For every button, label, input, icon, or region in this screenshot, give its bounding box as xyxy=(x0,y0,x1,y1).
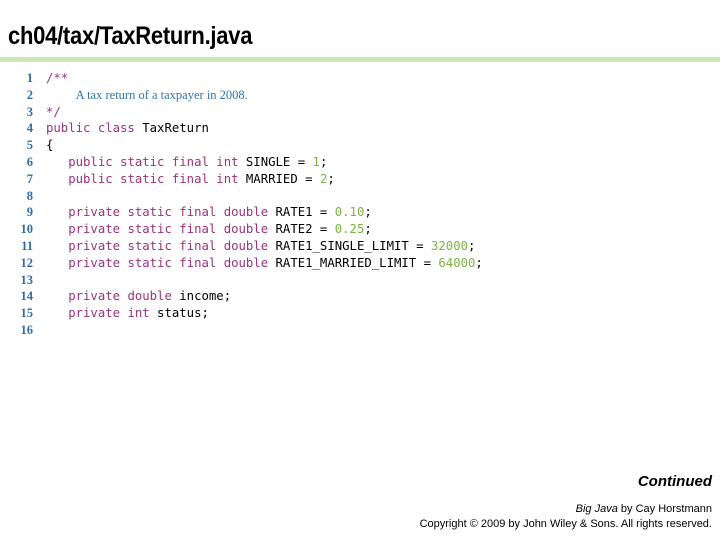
continued-label: Continued xyxy=(637,473,712,490)
book-title: Big Java xyxy=(575,503,618,515)
code-token-plain: RATE1_SINGLE_LIMIT = xyxy=(268,238,431,253)
line-number: 16 xyxy=(20,322,34,337)
code-token-keyword: private static final double xyxy=(68,222,269,237)
line-number: 5 xyxy=(26,138,33,153)
line-number: 12 xyxy=(20,255,34,270)
page-title: ch04/tax/TaxReturn.java xyxy=(8,22,253,50)
code-token-plain: RATE1_MARRIED_LIMIT = xyxy=(268,255,439,270)
code-text: A tax return of a taxpayer in 2008. xyxy=(33,87,248,104)
code-text: public class TaxReturn xyxy=(33,120,209,137)
line-number: 15 xyxy=(20,306,34,321)
code-line: 4 public class TaxReturn xyxy=(0,120,720,137)
code-token-plain: ; xyxy=(475,255,483,270)
code-line: 12 private static final double RATE1_MAR… xyxy=(0,255,720,272)
code-text: private double income; xyxy=(33,288,231,305)
code-text: public static final int SINGLE = 1; xyxy=(33,154,327,171)
code-token-keyword: public static final int xyxy=(68,154,239,169)
book-author: by Cay Horstmann xyxy=(617,503,712,515)
code-token-keyword: public static final int xyxy=(68,171,239,186)
line-number: 14 xyxy=(20,289,34,304)
code-text: private static final double RATE1_MARRIE… xyxy=(33,255,483,272)
line-number: 4 xyxy=(26,121,33,136)
code-line: 13 xyxy=(0,272,720,289)
copyright-notice: Copyright © 2009 by John Wiley & Sons. A… xyxy=(419,518,712,530)
code-line: 6 public static final int SINGLE = 1; xyxy=(0,154,720,171)
line-number: 1 xyxy=(26,71,33,85)
code-token-plain: ; xyxy=(319,154,328,169)
code-text: private static final double RATE1_SINGLE… xyxy=(33,238,475,255)
code-token-keyword: */ xyxy=(46,104,61,119)
code-token-plain: ; xyxy=(468,238,476,253)
book-credit: Big Java by Cay Horstmann xyxy=(576,503,712,515)
code-token-keyword: private static final double xyxy=(68,238,269,253)
code-token-plain: { xyxy=(46,138,54,153)
line-number: 13 xyxy=(20,272,34,287)
code-line: 5{ xyxy=(0,137,720,154)
code-text: /** xyxy=(33,70,68,87)
code-line: 1 /** xyxy=(0,70,720,87)
code-text: private static final double RATE2 = 0.25… xyxy=(33,221,372,238)
line-number: 9 xyxy=(26,205,33,220)
code-token-keyword: private static final double xyxy=(68,255,269,270)
code-token-keyword: /** xyxy=(46,71,69,85)
code-line: 3 */ xyxy=(0,104,720,121)
code-token-plain: status; xyxy=(149,306,209,321)
line-number: 6 xyxy=(26,154,33,169)
code-token-number: 64000 xyxy=(438,255,476,270)
code-token-plain: income; xyxy=(171,289,232,304)
code-line: 11 private static final double RATE1_SIN… xyxy=(0,238,720,255)
code-token-plain: SINGLE = xyxy=(238,154,313,169)
code-token-keyword: private double xyxy=(68,289,172,304)
code-line: 16 xyxy=(0,322,720,339)
code-token-plain: RATE2 = xyxy=(268,222,335,237)
title-divider xyxy=(0,57,720,62)
line-number: 11 xyxy=(21,238,33,253)
code-text: private int status; xyxy=(33,305,209,322)
code-token-plain: RATE1 = xyxy=(268,205,335,220)
code-token-keyword: public class xyxy=(46,121,135,136)
code-token-plain: MARRIED = xyxy=(238,171,320,186)
code-line: 10 private static final double RATE2 = 0… xyxy=(0,221,720,238)
code-text: private static final double RATE1 = 0.10… xyxy=(33,204,372,221)
code-token-plain: ; xyxy=(364,205,372,220)
code-line: 14 private double income; xyxy=(0,288,720,305)
code-token-number: 0.10 xyxy=(334,205,365,220)
code-line: 7 public static final int MARRIED = 2; xyxy=(0,171,720,188)
code-token-plain: ; xyxy=(364,222,372,237)
code-text: */ xyxy=(33,104,61,121)
code-line: 8 xyxy=(0,188,720,205)
code-token-number: 1 xyxy=(312,154,320,169)
code-token-keyword: private static final double xyxy=(68,205,269,220)
line-number: 10 xyxy=(20,222,34,237)
code-text: public static final int MARRIED = 2; xyxy=(33,171,335,188)
code-text: { xyxy=(33,137,53,154)
code-token-number: 0.25 xyxy=(334,222,365,237)
code-line: 9 private static final double RATE1 = 0.… xyxy=(0,204,720,221)
line-number: 2 xyxy=(26,87,33,102)
code-token-keyword: private int xyxy=(68,306,150,321)
code-token-comment: A tax return of a taxpayer in 2008. xyxy=(75,87,248,102)
code-line: 2 A tax return of a taxpayer in 2008. xyxy=(0,87,720,104)
line-number: 7 xyxy=(26,171,33,186)
line-number: 8 xyxy=(26,188,33,203)
code-token-number: 32000 xyxy=(430,238,469,253)
code-listing: 1 /** 2 A tax return of a taxpayer in 2008… xyxy=(0,70,720,339)
code-token-plain: TaxReturn xyxy=(134,121,209,136)
code-line: 15 private int status; xyxy=(0,305,720,322)
line-number: 3 xyxy=(26,104,33,119)
code-token-plain: ; xyxy=(327,171,335,186)
